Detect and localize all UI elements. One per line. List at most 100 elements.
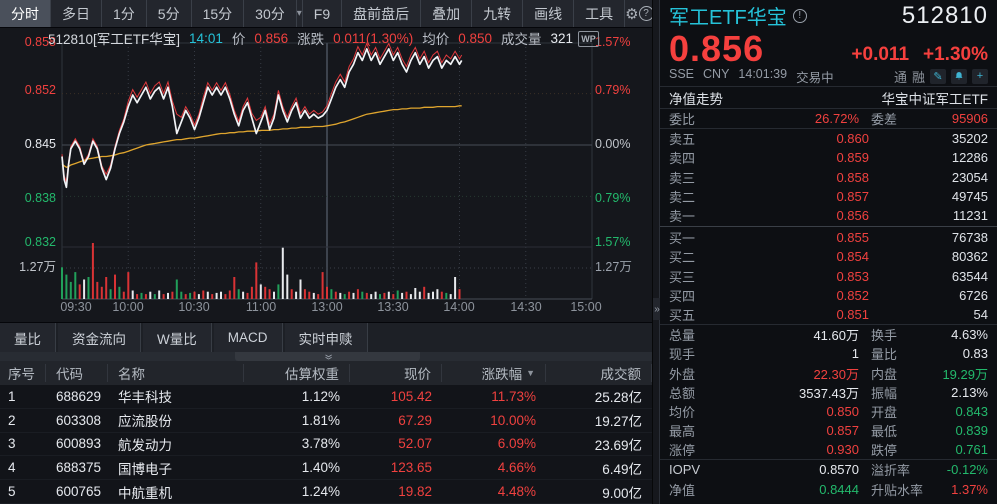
stats-row: 外盘22.30万内盘19.29万 [669, 363, 988, 382]
cell-weight: 1.40% [244, 460, 350, 475]
ask-row-1[interactable]: 卖一0.85611231 [669, 206, 988, 225]
cell-name: 国博电子 [108, 458, 244, 478]
tab-zijinliuxiang[interactable]: 资金流向 [58, 323, 141, 352]
tab-1min[interactable]: 1分 [102, 0, 147, 27]
col-header-index[interactable]: 序号 [0, 364, 46, 382]
cell-name: 航发动力 [108, 434, 244, 454]
tool-overlay[interactable]: 叠加 [421, 0, 472, 27]
tool-f9[interactable]: F9 [303, 0, 342, 27]
quote-panel: 军工ETF华宝 ! 512810 0.856 +0.011 +1.30% SSE… [660, 0, 997, 504]
axis-price-4: 0.838 [0, 191, 56, 206]
ask-row-5[interactable]: 卖五0.86035202 [669, 129, 988, 148]
table-row[interactable]: 3 600893 航发动力 3.78% 52.07 6.09% 23.69亿 [0, 433, 652, 457]
bid-label: 买五 [669, 305, 719, 324]
horizontal-splitter[interactable]: » [0, 352, 652, 361]
tab-duori[interactable]: 多日 [51, 0, 102, 27]
stat-label: 总量 [669, 325, 715, 344]
col-header-price[interactable]: 现价 [350, 364, 442, 382]
cell-turnover: 9.00亿 [546, 482, 652, 502]
tab-shishi-shenshu-label: 实时申赎 [299, 328, 353, 348]
table-row[interactable]: 4 688375 国博电子 1.40% 123.65 4.66% 6.49亿 [0, 456, 652, 480]
ask-volume: 49745 [869, 189, 988, 204]
bid-volume: 6726 [869, 288, 988, 303]
col-header-name[interactable]: 名称 [108, 364, 244, 382]
sort-desc-icon: ▼ [526, 368, 535, 378]
bid-row-1[interactable]: 买一0.85576738 [669, 228, 988, 247]
bid-volume: 54 [869, 307, 988, 322]
cell-weight: 1.24% [244, 484, 350, 499]
nav-trend-row[interactable]: 净值走势 华宝中证军工ETF [669, 87, 988, 108]
nav-trend-label: 净值走势 [669, 88, 723, 108]
col-header-change[interactable]: 涨跌幅▼ [442, 364, 546, 382]
cell-name: 中航重机 [108, 482, 244, 502]
splitter-grip[interactable]: » [235, 352, 420, 361]
cell-index: 1 [0, 389, 46, 404]
edit-pencil-icon[interactable]: ✎ [930, 69, 946, 84]
bid-ask-separator [660, 226, 997, 227]
avg-value: 0.850 [458, 31, 492, 46]
tab-liangbi[interactable]: 量比 [0, 323, 56, 352]
info-icon[interactable]: ! [793, 9, 807, 23]
exchange-label: SSE [669, 67, 694, 86]
cell-turnover: 6.49亿 [546, 458, 652, 478]
settings-gear-icon[interactable]: ⚙ [625, 0, 638, 27]
stats-row: 均价0.850开盘0.843 [669, 402, 988, 421]
col-header-turnover[interactable]: 成交额 [546, 364, 652, 382]
ask-row-2[interactable]: 卖二0.85749745 [669, 187, 988, 206]
tab-macd[interactable]: MACD [214, 323, 283, 352]
tab-fenshi[interactable]: 分时 [0, 0, 51, 27]
table-row[interactable]: 1 688629 华丰科技 1.12% 105.42 11.73% 25.28亿 [0, 385, 652, 409]
fund-full-name: 华宝中证军工ETF [882, 88, 989, 108]
tab-15min[interactable]: 15分 [192, 0, 245, 27]
stat-value: 0.8444 [715, 482, 859, 497]
tab-30min[interactable]: 30分 [244, 0, 297, 27]
tool-nine-turn[interactable]: 九转 [472, 0, 523, 27]
cell-code: 600765 [46, 484, 108, 499]
intraday-plot[interactable] [0, 28, 652, 322]
bid-row-4[interactable]: 买四0.8526726 [669, 286, 988, 305]
tool-draw-line[interactable]: 画线 [523, 0, 574, 27]
cell-code: 603308 [46, 413, 108, 428]
ask-row-3[interactable]: 卖三0.85823054 [669, 168, 988, 187]
axis-pct-1: 1.57% [595, 35, 651, 50]
tab-5min-label: 5分 [158, 4, 180, 24]
tab-wliangbi[interactable]: W量比 [143, 323, 212, 352]
cell-change: 4.48% [442, 484, 546, 499]
intraday-chart[interactable]: 512810[军工ETF华宝] 14:01 价 0.856 涨跌 0.011(1… [0, 28, 652, 322]
ask-label: 卖五 [669, 129, 719, 148]
stats-row: 现手1量比0.83 [669, 344, 988, 363]
add-plus-icon[interactable]: + [972, 69, 988, 84]
col-header-code[interactable]: 代码 [46, 364, 108, 382]
stat-label: 总额 [669, 383, 715, 402]
stat-value: 0.843 [931, 404, 988, 419]
bid-label: 买四 [669, 286, 719, 305]
pane-divider[interactable]: » [652, 0, 660, 504]
bid-row-5[interactable]: 买五0.85154 [669, 305, 988, 324]
wp-monitor-icon[interactable]: WP [578, 31, 599, 47]
axis-time-1500: 15:00 [570, 300, 601, 315]
stat-label: 净值 [669, 480, 715, 499]
ask-label: 卖四 [669, 148, 719, 167]
cell-index: 3 [0, 436, 46, 451]
bid-row-2[interactable]: 买二0.85480362 [669, 247, 988, 266]
col-header-weight[interactable]: 估算权重 [244, 364, 350, 382]
ask-row-4[interactable]: 卖四0.85912286 [669, 148, 988, 167]
alert-bell-icon[interactable] [951, 69, 967, 84]
stat-label: 换手 [859, 325, 931, 344]
change-value: 0.011(1.30%) [333, 31, 413, 46]
stat-value: 4.63% [931, 327, 988, 342]
tool-pre-post-market[interactable]: 盘前盘后 [342, 0, 421, 27]
stat-label: 量比 [859, 344, 931, 363]
weicha-value: 95906 [931, 111, 988, 126]
tab-5min[interactable]: 5分 [147, 0, 192, 27]
bid-price: 0.853 [719, 269, 869, 284]
table-row[interactable]: 2 603308 应流股份 1.81% 67.29 10.00% 19.27亿 [0, 409, 652, 433]
tool-tools[interactable]: 工具 [574, 0, 625, 27]
bid-row-3[interactable]: 买三0.85363544 [669, 267, 988, 286]
tab-shishi-shenshu[interactable]: 实时申赎 [285, 323, 368, 352]
bid-volume: 63544 [869, 269, 988, 284]
cell-price: 19.82 [350, 484, 442, 499]
table-row[interactable]: 5 600765 中航重机 1.24% 19.82 4.48% 9.00亿 [0, 480, 652, 504]
weicha-label: 委差 [859, 109, 931, 128]
stats-row: 涨停0.930跌停0.761 [669, 440, 988, 459]
